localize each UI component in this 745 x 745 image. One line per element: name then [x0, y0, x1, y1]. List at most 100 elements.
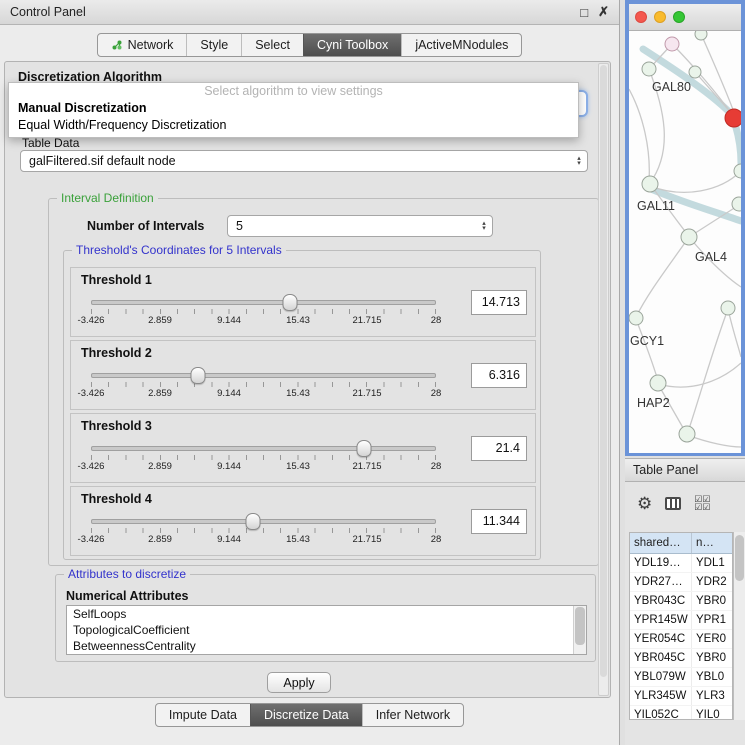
- attributes-list[interactable]: SelfLoopsTopologicalCoefficientBetweenne…: [66, 605, 587, 655]
- threshold-slider[interactable]: -3.4262.8599.14415.4321.71528: [91, 367, 436, 407]
- attribute-list-item[interactable]: SelfLoops: [67, 606, 586, 622]
- gear-icon[interactable]: ⚙: [637, 495, 652, 512]
- cell-name[interactable]: YBR0: [692, 592, 732, 610]
- scrollbar-thumb[interactable]: [600, 65, 607, 677]
- table-row[interactable]: YPR145WYPR1: [630, 611, 732, 630]
- close-icon[interactable]: ✗: [598, 4, 609, 20]
- table-row[interactable]: YIL052CYIL0: [630, 706, 732, 720]
- cell-shared-name[interactable]: YBR045C: [630, 649, 692, 667]
- cell-name[interactable]: YDL1: [692, 554, 732, 572]
- threshold-slider[interactable]: -3.4262.8599.14415.4321.71528: [91, 440, 436, 480]
- network-node[interactable]: [681, 229, 697, 245]
- zoom-traffic-light-icon[interactable]: [673, 11, 685, 23]
- tab-network[interactable]: Network: [98, 34, 187, 56]
- cell-shared-name[interactable]: YER054C: [630, 630, 692, 648]
- table-panel-titlebar: Table Panel: [625, 458, 745, 482]
- scrollbar-thumb[interactable]: [575, 607, 585, 645]
- table-row[interactable]: YER054CYER0: [630, 630, 732, 649]
- network-node[interactable]: [689, 66, 701, 78]
- slider-handle[interactable]: [190, 367, 205, 384]
- table-data-select[interactable]: galFiltered.sif default node ▴ ▾: [20, 150, 588, 172]
- table-panel-toolbar: ⚙ ☑☑ ☑☑: [637, 490, 710, 516]
- table-row[interactable]: YDR27…YDR2: [630, 573, 732, 592]
- slider-track[interactable]: [91, 300, 436, 305]
- attributes-group: Attributes to discretize Numerical Attri…: [55, 574, 596, 662]
- threshold-panel: Threshold 1-3.4262.8599.14415.4321.71528…: [70, 267, 536, 337]
- cell-name[interactable]: YPR1: [692, 611, 732, 629]
- slider-track[interactable]: [91, 446, 436, 451]
- threshold-value-field[interactable]: 11.344: [471, 509, 527, 534]
- network-node[interactable]: [732, 197, 741, 211]
- table-row[interactable]: YBR043CYBR0: [630, 592, 732, 611]
- cell-name[interactable]: YBL0: [692, 668, 732, 686]
- slider-scale-label: 28: [431, 461, 442, 472]
- scrollbar-thumb[interactable]: [735, 535, 744, 581]
- tab-select[interactable]: Select: [241, 34, 303, 56]
- cell-name[interactable]: YBR0: [692, 649, 732, 667]
- threshold-slider[interactable]: -3.4262.8599.14415.4321.71528: [91, 294, 436, 334]
- dropdown-item-equal-width[interactable]: Equal Width/Frequency Discretization: [9, 117, 578, 134]
- table-row[interactable]: YDL19…YDL1: [630, 554, 732, 573]
- network-node[interactable]: [665, 37, 679, 51]
- cell-shared-name[interactable]: YPR145W: [630, 611, 692, 629]
- attribute-list-item[interactable]: BetweennessCentrality: [67, 638, 586, 654]
- network-node[interactable]: [642, 176, 658, 192]
- threshold-value-field[interactable]: 21.4: [471, 436, 527, 461]
- select-columns-icon[interactable]: ☑☑ ☑☑: [694, 495, 710, 511]
- network-window-titlebar: [629, 4, 741, 31]
- table-row[interactable]: YBR045CYBR0: [630, 649, 732, 668]
- cell-shared-name[interactable]: YLR345W: [630, 687, 692, 705]
- maximize-icon[interactable]: □: [580, 5, 588, 20]
- attributes-list-scrollbar[interactable]: [573, 606, 586, 654]
- attribute-list-item[interactable]: TopologicalCoefficient: [67, 622, 586, 638]
- number-of-intervals-select[interactable]: 5 ▴ ▾: [227, 215, 493, 237]
- network-node[interactable]: [721, 301, 735, 315]
- threshold-slider[interactable]: -3.4262.8599.14415.4321.71528: [91, 513, 436, 553]
- table-row[interactable]: YLR345WYLR3: [630, 687, 732, 706]
- node-label: GCY1: [630, 334, 664, 348]
- cell-shared-name[interactable]: YBR043C: [630, 592, 692, 610]
- apply-button[interactable]: Apply: [267, 672, 331, 693]
- network-node[interactable]: [629, 311, 643, 325]
- show-columns-icon[interactable]: [665, 497, 681, 510]
- tab-jactivemnodules[interactable]: jActiveMNodules: [401, 34, 521, 56]
- threshold-value-field[interactable]: 14.713: [471, 290, 527, 315]
- stepper-arrows-icon: ▴ ▾: [571, 156, 587, 166]
- column-header-name[interactable]: n…: [692, 533, 732, 553]
- tab-discretize-data[interactable]: Discretize Data: [250, 704, 362, 726]
- network-node[interactable]: [650, 375, 666, 391]
- cell-name[interactable]: YLR3: [692, 687, 732, 705]
- tab-infer-network[interactable]: Infer Network: [362, 704, 463, 726]
- close-traffic-light-icon[interactable]: [635, 11, 647, 23]
- slider-handle[interactable]: [356, 440, 371, 457]
- cell-shared-name[interactable]: YDL19…: [630, 554, 692, 572]
- cell-name[interactable]: YDR2: [692, 573, 732, 591]
- slider-track[interactable]: [91, 373, 436, 378]
- table-scrollbar[interactable]: [733, 532, 745, 720]
- tab-style[interactable]: Style: [186, 34, 241, 56]
- slider-scale-label: 9.144: [217, 461, 241, 472]
- interval-definition-group: Interval Definition Number of Intervals …: [48, 198, 599, 566]
- network-canvas[interactable]: GAL80 GAL11 GAL4 GCY1 HAP2: [629, 31, 741, 453]
- column-header-shared-name[interactable]: shared…: [630, 533, 692, 553]
- tab-cyni-toolbox[interactable]: Cyni Toolbox: [303, 34, 401, 56]
- slider-handle[interactable]: [283, 294, 298, 311]
- cell-shared-name[interactable]: YDR27…: [630, 573, 692, 591]
- control-panel-scrollbar[interactable]: [598, 63, 609, 696]
- network-node-selected[interactable]: [725, 109, 741, 127]
- network-node[interactable]: [695, 31, 707, 40]
- table-row[interactable]: YBL079WYBL0: [630, 668, 732, 687]
- cell-shared-name[interactable]: YBL079W: [630, 668, 692, 686]
- network-node[interactable]: [679, 426, 695, 442]
- cell-name[interactable]: YIL0: [692, 706, 732, 720]
- slider-track[interactable]: [91, 519, 436, 524]
- cell-name[interactable]: YER0: [692, 630, 732, 648]
- tab-impute-data[interactable]: Impute Data: [156, 704, 250, 726]
- cell-shared-name[interactable]: YIL052C: [630, 706, 692, 720]
- dropdown-item-manual-discretization[interactable]: Manual Discretization: [9, 100, 578, 117]
- minimize-traffic-light-icon[interactable]: [654, 11, 666, 23]
- threshold-value-field[interactable]: 6.316: [471, 363, 527, 388]
- slider-handle[interactable]: [246, 513, 261, 530]
- slider-ticks: [91, 309, 436, 314]
- network-node[interactable]: [642, 62, 656, 76]
